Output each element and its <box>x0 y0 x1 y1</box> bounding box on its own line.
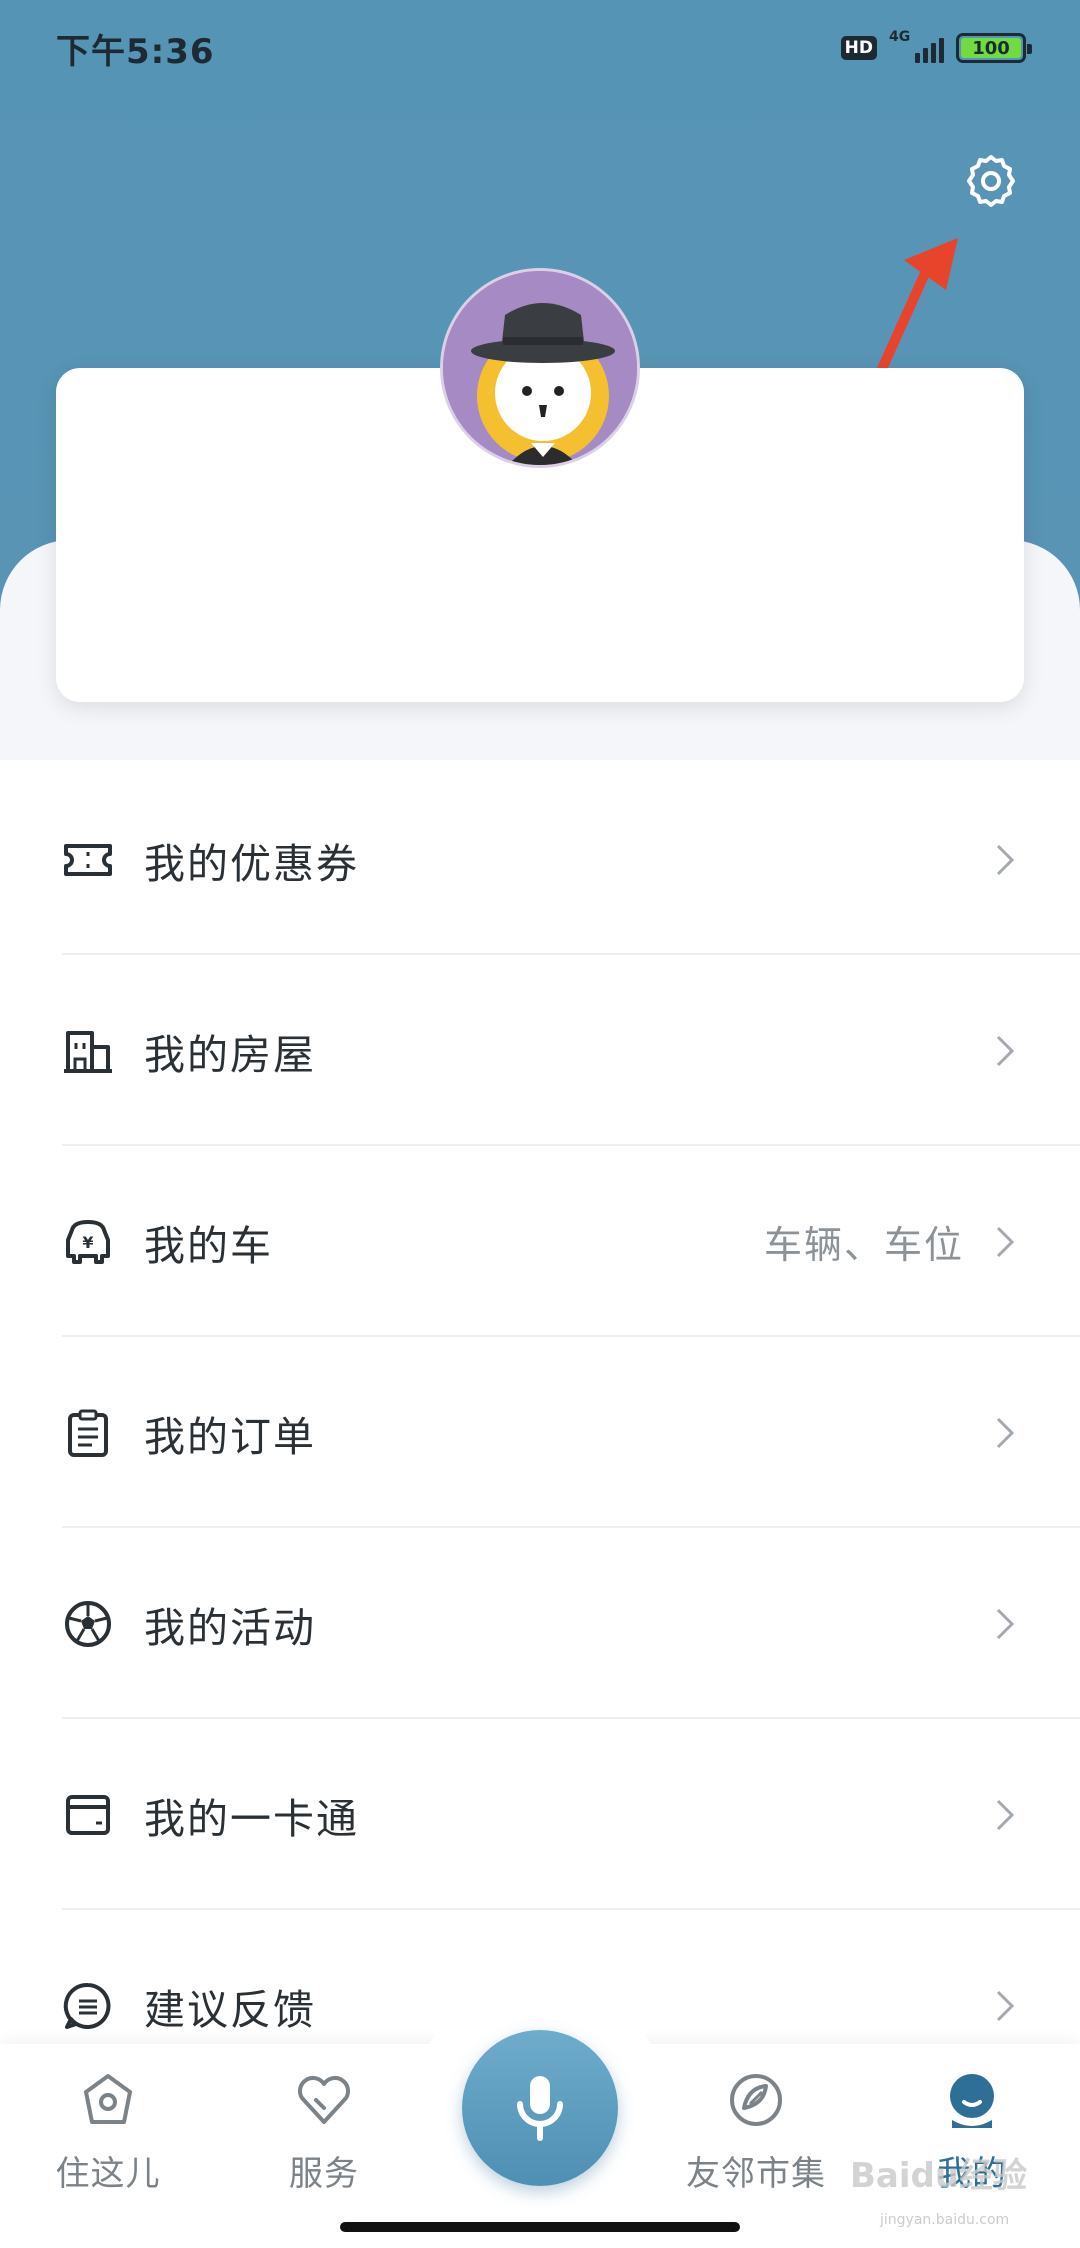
menu-item-label: 我的优惠券 <box>144 839 359 888</box>
menu-item-label: 我的车 <box>144 1221 273 1270</box>
chevron-right-icon <box>996 1417 1015 1448</box>
menu-item-car[interactable]: ¥ 我的车 车辆、车位 <box>0 1146 1080 1337</box>
message-icon <box>62 1980 114 2032</box>
building-icon <box>62 1025 114 1077</box>
status-time: 下午5:36 <box>56 31 215 72</box>
card-icon <box>62 1789 114 1841</box>
battery-level: 100 <box>961 38 1021 59</box>
heart-icon <box>292 2068 356 2132</box>
tab-home[interactable]: 住这儿 <box>28 2068 188 2195</box>
tab-label: 友邻市集 <box>686 2154 826 2194</box>
tab-services[interactable]: 服务 <box>244 2068 404 2195</box>
tab-label: 服务 <box>289 2154 359 2194</box>
microphone-icon <box>517 2076 563 2141</box>
chevron-right-icon <box>996 1035 1015 1066</box>
chevron-right-icon <box>996 1990 1015 2021</box>
watermark-url: jingyan.baidu.com <box>880 2212 1010 2228</box>
home-icon <box>76 2068 140 2132</box>
avatar-character-icon <box>443 271 637 465</box>
menu-item-label: 我的活动 <box>144 1603 316 1652</box>
status-bar: 下午5:36 HD 4G 100 <box>0 0 1080 96</box>
svg-text:¥: ¥ <box>82 1233 93 1252</box>
gear-icon <box>967 155 1015 207</box>
signal-icon: 4G <box>889 29 944 63</box>
menu-item-activities[interactable]: 我的活动 <box>0 1528 1080 1719</box>
menu-item-extra: 车辆、车位 <box>763 1223 964 1267</box>
tab-label: 住这儿 <box>55 2154 161 2194</box>
menu-item-label: 我的一卡通 <box>144 1794 359 1843</box>
menu-list: 我的优惠券 我的房屋 ¥ 我的车 车辆、车位 我的订单 我的活动 我的一卡通 建… <box>0 764 1080 2101</box>
watermark: Baidu经验 <box>850 2156 1028 2196</box>
market-icon <box>724 2068 788 2132</box>
home-indicator[interactable] <box>340 2222 740 2232</box>
hd-badge: HD <box>840 36 877 60</box>
car-icon: ¥ <box>62 1216 114 1268</box>
chevron-right-icon <box>996 1799 1015 1830</box>
menu-item-orders[interactable]: 我的订单 <box>0 1337 1080 1528</box>
avatar[interactable] <box>440 268 640 468</box>
chevron-right-icon <box>996 844 1015 875</box>
menu-item-house[interactable]: 我的房屋 <box>0 955 1080 1146</box>
menu-item-coupons[interactable]: 我的优惠券 <box>0 764 1080 955</box>
menu-item-label: 我的订单 <box>144 1412 316 1461</box>
profile-icon <box>940 2068 1004 2132</box>
network-type: 4G <box>889 29 911 45</box>
tab-market[interactable]: 友邻市集 <box>676 2068 836 2195</box>
voice-button[interactable] <box>462 2030 618 2186</box>
settings-button[interactable] <box>962 152 1020 210</box>
menu-item-card[interactable]: 我的一卡通 <box>0 1719 1080 1910</box>
clipboard-icon <box>62 1407 114 1459</box>
battery-icon: 100 <box>956 33 1032 63</box>
status-icons: HD 4G 100 <box>840 29 1032 63</box>
ball-icon <box>62 1598 114 1650</box>
menu-item-label: 我的房屋 <box>144 1030 316 1079</box>
chevron-right-icon <box>996 1608 1015 1639</box>
ticket-icon <box>62 834 114 886</box>
chevron-right-icon <box>996 1226 1015 1257</box>
